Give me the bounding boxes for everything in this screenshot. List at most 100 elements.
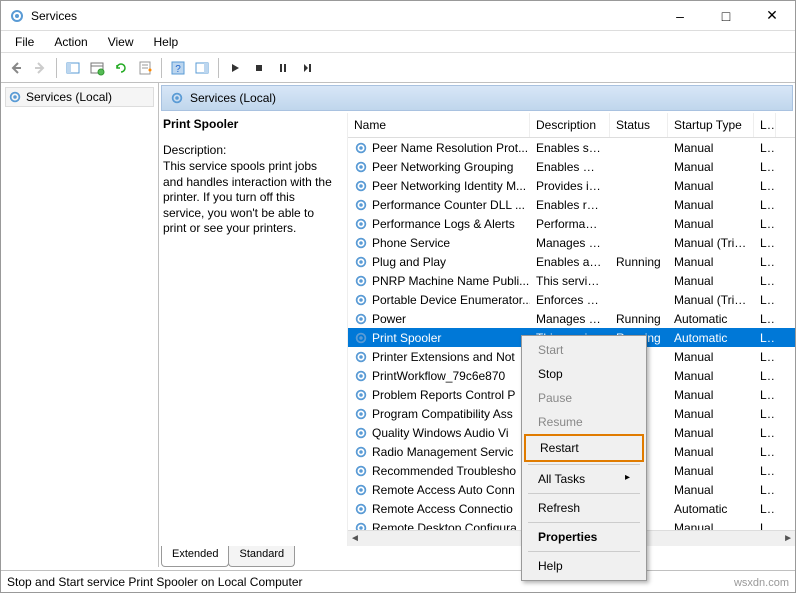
service-row[interactable]: Performance Logs & AlertsPerformanc...Ma… [348, 214, 795, 233]
cell-name: Printer Extensions and Not [348, 349, 530, 365]
service-row[interactable]: Portable Device Enumerator...Enforces gr… [348, 290, 795, 309]
detail-pane: Print Spooler Description: This service … [161, 113, 347, 546]
refresh-button[interactable] [110, 57, 132, 79]
service-row[interactable]: Peer Networking GroupingEnables mul...Ma… [348, 157, 795, 176]
ctx-separator [528, 522, 640, 523]
start-service-button[interactable] [224, 57, 246, 79]
content-pane: Services (Local) Print Spooler Descripti… [159, 83, 795, 567]
menu-help[interactable]: Help [144, 33, 189, 51]
ctx-properties[interactable]: Properties [524, 525, 644, 549]
cell-logon: Lc [754, 368, 776, 384]
cell-startup: Manual (Trig... [668, 292, 754, 308]
toolbar: ? [1, 53, 795, 83]
close-button[interactable]: ✕ [749, 1, 795, 31]
statusbar: Stop and Start service Print Spooler on … [1, 570, 795, 592]
cell-description: Enforces gr... [530, 292, 610, 308]
cell-startup: Manual [668, 387, 754, 403]
cell-startup: Manual [668, 140, 754, 156]
cell-status [610, 147, 668, 149]
cell-name: Power [348, 311, 530, 327]
service-row[interactable]: Phone ServiceManages th...Manual (Trig..… [348, 233, 795, 252]
restart-service-button[interactable] [296, 57, 318, 79]
ctx-all-tasks[interactable]: All Tasks [524, 467, 644, 491]
tab-extended[interactable]: Extended [161, 546, 229, 567]
col-name[interactable]: Name [348, 113, 530, 137]
export-list-button[interactable] [86, 57, 108, 79]
cell-logon: Lc [754, 425, 776, 441]
cell-name: Peer Networking Identity M... [348, 178, 530, 194]
cell-logon: Lc [754, 330, 776, 346]
app-icon [9, 8, 25, 24]
context-menu: Start Stop Pause Resume Restart All Task… [521, 335, 647, 581]
content-header-title: Services (Local) [190, 91, 276, 105]
cell-name: Peer Networking Grouping [348, 159, 530, 175]
cell-startup: Manual [668, 254, 754, 270]
cell-name: Quality Windows Audio Vi [348, 425, 530, 441]
tree-root-label: Services (Local) [26, 90, 112, 104]
col-description[interactable]: Description [530, 113, 610, 137]
cell-logon: Lc [754, 311, 776, 327]
titlebar: Services – □ ✕ [1, 1, 795, 31]
cell-name: Remote Access Auto Conn [348, 482, 530, 498]
ctx-help[interactable]: Help [524, 554, 644, 578]
service-row[interactable]: Plug and PlayEnables a c...RunningManual… [348, 252, 795, 271]
help-button[interactable]: ? [167, 57, 189, 79]
col-status[interactable]: Status [610, 113, 668, 137]
ctx-stop[interactable]: Stop [524, 362, 644, 386]
cell-startup: Manual (Trig... [668, 235, 754, 251]
stop-service-button[interactable] [248, 57, 270, 79]
service-row[interactable]: PNRP Machine Name Publi...This service .… [348, 271, 795, 290]
service-row[interactable]: Peer Name Resolution Prot...Enables serv… [348, 138, 795, 157]
cell-name: Plug and Play [348, 254, 530, 270]
cell-startup: Manual [668, 406, 754, 422]
cell-logon: Lc [754, 216, 776, 232]
cell-logon: Lc [754, 178, 776, 194]
show-hide-action-button[interactable] [191, 57, 213, 79]
cell-status [610, 166, 668, 168]
maximize-button[interactable]: □ [703, 1, 749, 31]
ctx-pause[interactable]: Pause [524, 386, 644, 410]
tree-root-item[interactable]: Services (Local) [5, 87, 154, 107]
properties-button[interactable] [134, 57, 156, 79]
cell-startup: Automatic [668, 501, 754, 517]
cell-status [610, 204, 668, 206]
pause-service-button[interactable] [272, 57, 294, 79]
cell-name: Radio Management Servic [348, 444, 530, 460]
service-row[interactable]: Peer Networking Identity M...Provides id… [348, 176, 795, 195]
menu-file[interactable]: File [5, 33, 44, 51]
cell-startup: Manual [668, 520, 754, 531]
cell-startup: Manual [668, 463, 754, 479]
menu-view[interactable]: View [98, 33, 144, 51]
col-logon[interactable]: Lo [754, 113, 776, 137]
cell-name: Remote Access Connectio [348, 501, 530, 517]
description-label: Description: [163, 143, 339, 157]
ctx-separator [528, 464, 640, 465]
cell-logon: Lc [754, 159, 776, 175]
cell-logon: Lc [754, 140, 776, 156]
ctx-separator [528, 493, 640, 494]
back-button[interactable] [5, 57, 27, 79]
service-row[interactable]: Performance Counter DLL ...Enables rem..… [348, 195, 795, 214]
col-startup[interactable]: Startup Type [668, 113, 754, 137]
content-header: Services (Local) [161, 85, 793, 111]
service-row[interactable]: PowerManages p...RunningAutomaticLc [348, 309, 795, 328]
cell-name: PNRP Machine Name Publi... [348, 273, 530, 289]
minimize-button[interactable]: – [657, 1, 703, 31]
ctx-resume[interactable]: Resume [524, 410, 644, 434]
cell-name: Performance Logs & Alerts [348, 216, 530, 232]
main-area: Services (Local) Services (Local) Print … [1, 83, 795, 567]
show-hide-tree-button[interactable] [62, 57, 84, 79]
ctx-refresh[interactable]: Refresh [524, 496, 644, 520]
services-icon [8, 90, 22, 104]
selected-service-name: Print Spooler [163, 117, 339, 131]
ctx-start[interactable]: Start [524, 338, 644, 362]
forward-button[interactable] [29, 57, 51, 79]
menu-action[interactable]: Action [44, 33, 97, 51]
cell-description: Enables serv... [530, 140, 610, 156]
window-title: Services [31, 9, 657, 23]
watermark: wsxdn.com [734, 577, 789, 589]
tab-standard[interactable]: Standard [228, 546, 295, 567]
cell-logon: Lc [754, 349, 776, 365]
cell-startup: Manual [668, 425, 754, 441]
ctx-restart[interactable]: Restart [524, 434, 644, 462]
